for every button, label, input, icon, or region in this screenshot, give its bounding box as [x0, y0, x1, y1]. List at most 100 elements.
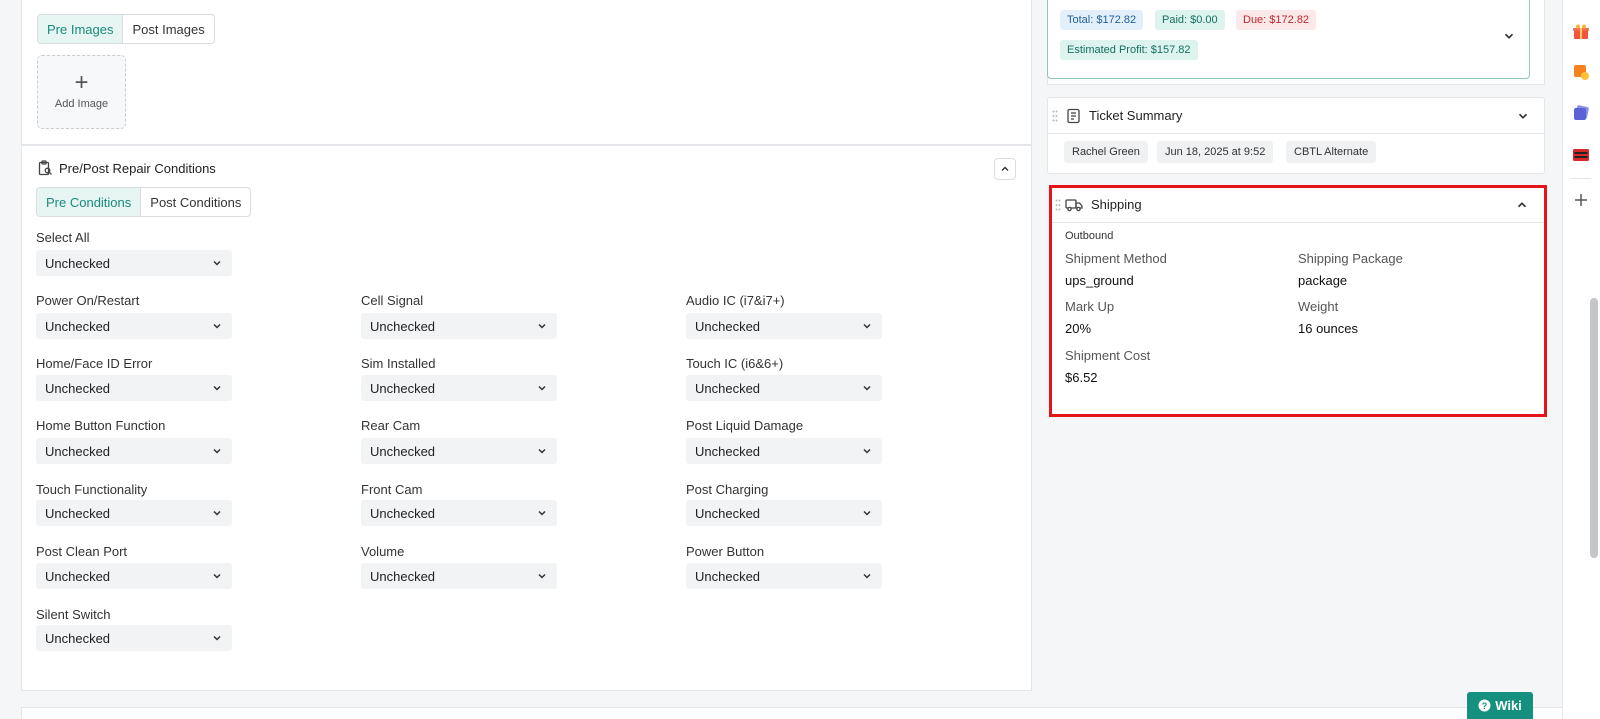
scrollbar-thumb[interactable]: [1590, 298, 1598, 558]
condition-select[interactable]: Unchecked: [686, 375, 882, 401]
image-tabs: Pre Images Post Images: [37, 14, 215, 44]
chevron-down-icon: [213, 385, 221, 391]
condition-label: Post Charging: [686, 482, 769, 497]
condition-select[interactable]: Unchecked: [36, 438, 232, 464]
clipboard-search-icon: [38, 160, 52, 176]
images-card: Pre Images Post Images + Add Image: [21, 0, 1032, 145]
select-all-label: Select All: [36, 230, 90, 245]
chevron-down-icon: [863, 573, 871, 579]
condition-label: Post Liquid Damage: [686, 418, 804, 433]
tab-post-conditions[interactable]: Post Conditions: [141, 188, 250, 216]
chevron-down-icon: [213, 510, 221, 516]
chevron-down-icon[interactable]: [1516, 109, 1530, 123]
truck-icon: [1065, 198, 1083, 211]
condition-select[interactable]: Unchecked: [361, 500, 557, 526]
tab-post-images[interactable]: Post Images: [123, 15, 213, 43]
conditions-title: Pre/Post Repair Conditions: [59, 160, 216, 176]
condition-label: Power Button: [686, 544, 765, 559]
paid-badge: Paid: $0.00: [1155, 10, 1225, 30]
chevron-down-icon: [213, 448, 221, 454]
condition-select[interactable]: Unchecked: [686, 438, 882, 464]
select-value: Unchecked: [45, 380, 111, 396]
document-icon: [1067, 108, 1080, 123]
notes-icon[interactable]: [1572, 63, 1590, 81]
select-value: Unchecked: [370, 443, 436, 459]
shipping-package-value: package: [1298, 273, 1348, 288]
plus-icon: +: [74, 69, 89, 96]
condition-label: Touch Functionality: [36, 482, 148, 497]
profit-badge: Estimated Profit: $157.82: [1060, 40, 1198, 60]
chevron-down-icon[interactable]: [1502, 29, 1516, 43]
due-badge: Due: $172.82: [1236, 10, 1317, 30]
add-image-label: Add Image: [54, 98, 109, 110]
select-value: Unchecked: [45, 255, 111, 271]
svg-text:?: ?: [1482, 701, 1488, 711]
select-value: Unchecked: [695, 505, 761, 521]
condition-label: Audio IC (i7&i7+): [686, 293, 785, 308]
chevron-down-icon: [538, 510, 546, 516]
condition-label: Touch IC (i6&6+): [686, 356, 784, 371]
shipment-method-label: Shipment Method: [1065, 251, 1167, 266]
select-value: Unchecked: [370, 380, 436, 396]
weight-value: 16 ounces: [1298, 321, 1358, 336]
chevron-up-icon[interactable]: [1515, 198, 1529, 212]
select-value: Unchecked: [45, 318, 111, 334]
select-value: Unchecked: [695, 380, 761, 396]
add-image-button[interactable]: + Add Image: [37, 55, 126, 129]
select-value: Unchecked: [370, 505, 436, 521]
condition-label: Silent Switch: [36, 607, 111, 622]
tab-pre-conditions[interactable]: Pre Conditions: [37, 188, 142, 216]
total-badge: Total: $172.82: [1060, 10, 1144, 30]
help-icon: ?: [1478, 699, 1491, 712]
wiki-label: Wiki: [1495, 698, 1522, 713]
select-value: Unchecked: [370, 568, 436, 584]
condition-label: Home/Face ID Error: [36, 356, 153, 371]
chevron-down-icon: [538, 448, 546, 454]
gift-icon[interactable]: [1572, 23, 1590, 41]
select-value: Unchecked: [45, 505, 111, 521]
ticket-summary-header[interactable]: Ticket Summary: [1048, 98, 1544, 134]
chevron-down-icon: [863, 385, 871, 391]
condition-select[interactable]: Unchecked: [361, 438, 557, 464]
select-value: Unchecked: [45, 630, 111, 646]
condition-label: Front Cam: [361, 482, 423, 497]
payment-summary[interactable]: Total: $172.82 Paid: $0.00 Due: $172.82 …: [1047, 0, 1530, 79]
shipping-direction: Outbound: [1065, 230, 1114, 242]
condition-select[interactable]: Unchecked: [36, 563, 232, 589]
condition-select[interactable]: Unchecked: [36, 313, 232, 339]
cards-icon[interactable]: [1572, 104, 1590, 122]
chevron-down-icon: [213, 635, 221, 641]
chevron-down-icon: [538, 385, 546, 391]
chevron-up-icon: [1001, 166, 1009, 171]
condition-select[interactable]: Unchecked: [686, 563, 882, 589]
select-all-select[interactable]: Unchecked: [36, 250, 232, 276]
date-tag: Jun 18, 2025 at 9:52: [1157, 141, 1274, 163]
next-card: [21, 707, 1600, 719]
condition-select[interactable]: Unchecked: [36, 500, 232, 526]
condition-select[interactable]: Unchecked: [361, 313, 557, 339]
condition-label: Post Clean Port: [36, 544, 128, 559]
select-value: Unchecked: [370, 318, 436, 334]
condition-select[interactable]: Unchecked: [361, 563, 557, 589]
condition-select[interactable]: Unchecked: [36, 375, 232, 401]
tab-pre-images[interactable]: Pre Images: [38, 15, 124, 43]
select-value: Unchecked: [45, 443, 111, 459]
condition-tabs: Pre Conditions Post Conditions: [36, 187, 252, 217]
shipping-header[interactable]: Shipping: [1051, 187, 1545, 223]
rail-divider: [1571, 178, 1591, 179]
shipment-cost-value: $6.52: [1065, 370, 1098, 385]
condition-select[interactable]: Unchecked: [361, 375, 557, 401]
plus-icon[interactable]: [1572, 191, 1590, 209]
condition-select[interactable]: Unchecked: [36, 625, 232, 651]
chevron-down-icon: [863, 323, 871, 329]
wiki-button[interactable]: ? Wiki: [1467, 692, 1533, 719]
condition-select[interactable]: Unchecked: [686, 313, 882, 339]
chevron-down-icon: [538, 323, 546, 329]
condition-select[interactable]: Unchecked: [686, 500, 882, 526]
conditions-collapse-button[interactable]: [994, 158, 1016, 180]
chevron-down-icon: [863, 510, 871, 516]
inbox-icon[interactable]: [1572, 146, 1590, 164]
select-value: Unchecked: [45, 568, 111, 584]
condition-label: Rear Cam: [361, 418, 421, 433]
select-value: Unchecked: [695, 443, 761, 459]
